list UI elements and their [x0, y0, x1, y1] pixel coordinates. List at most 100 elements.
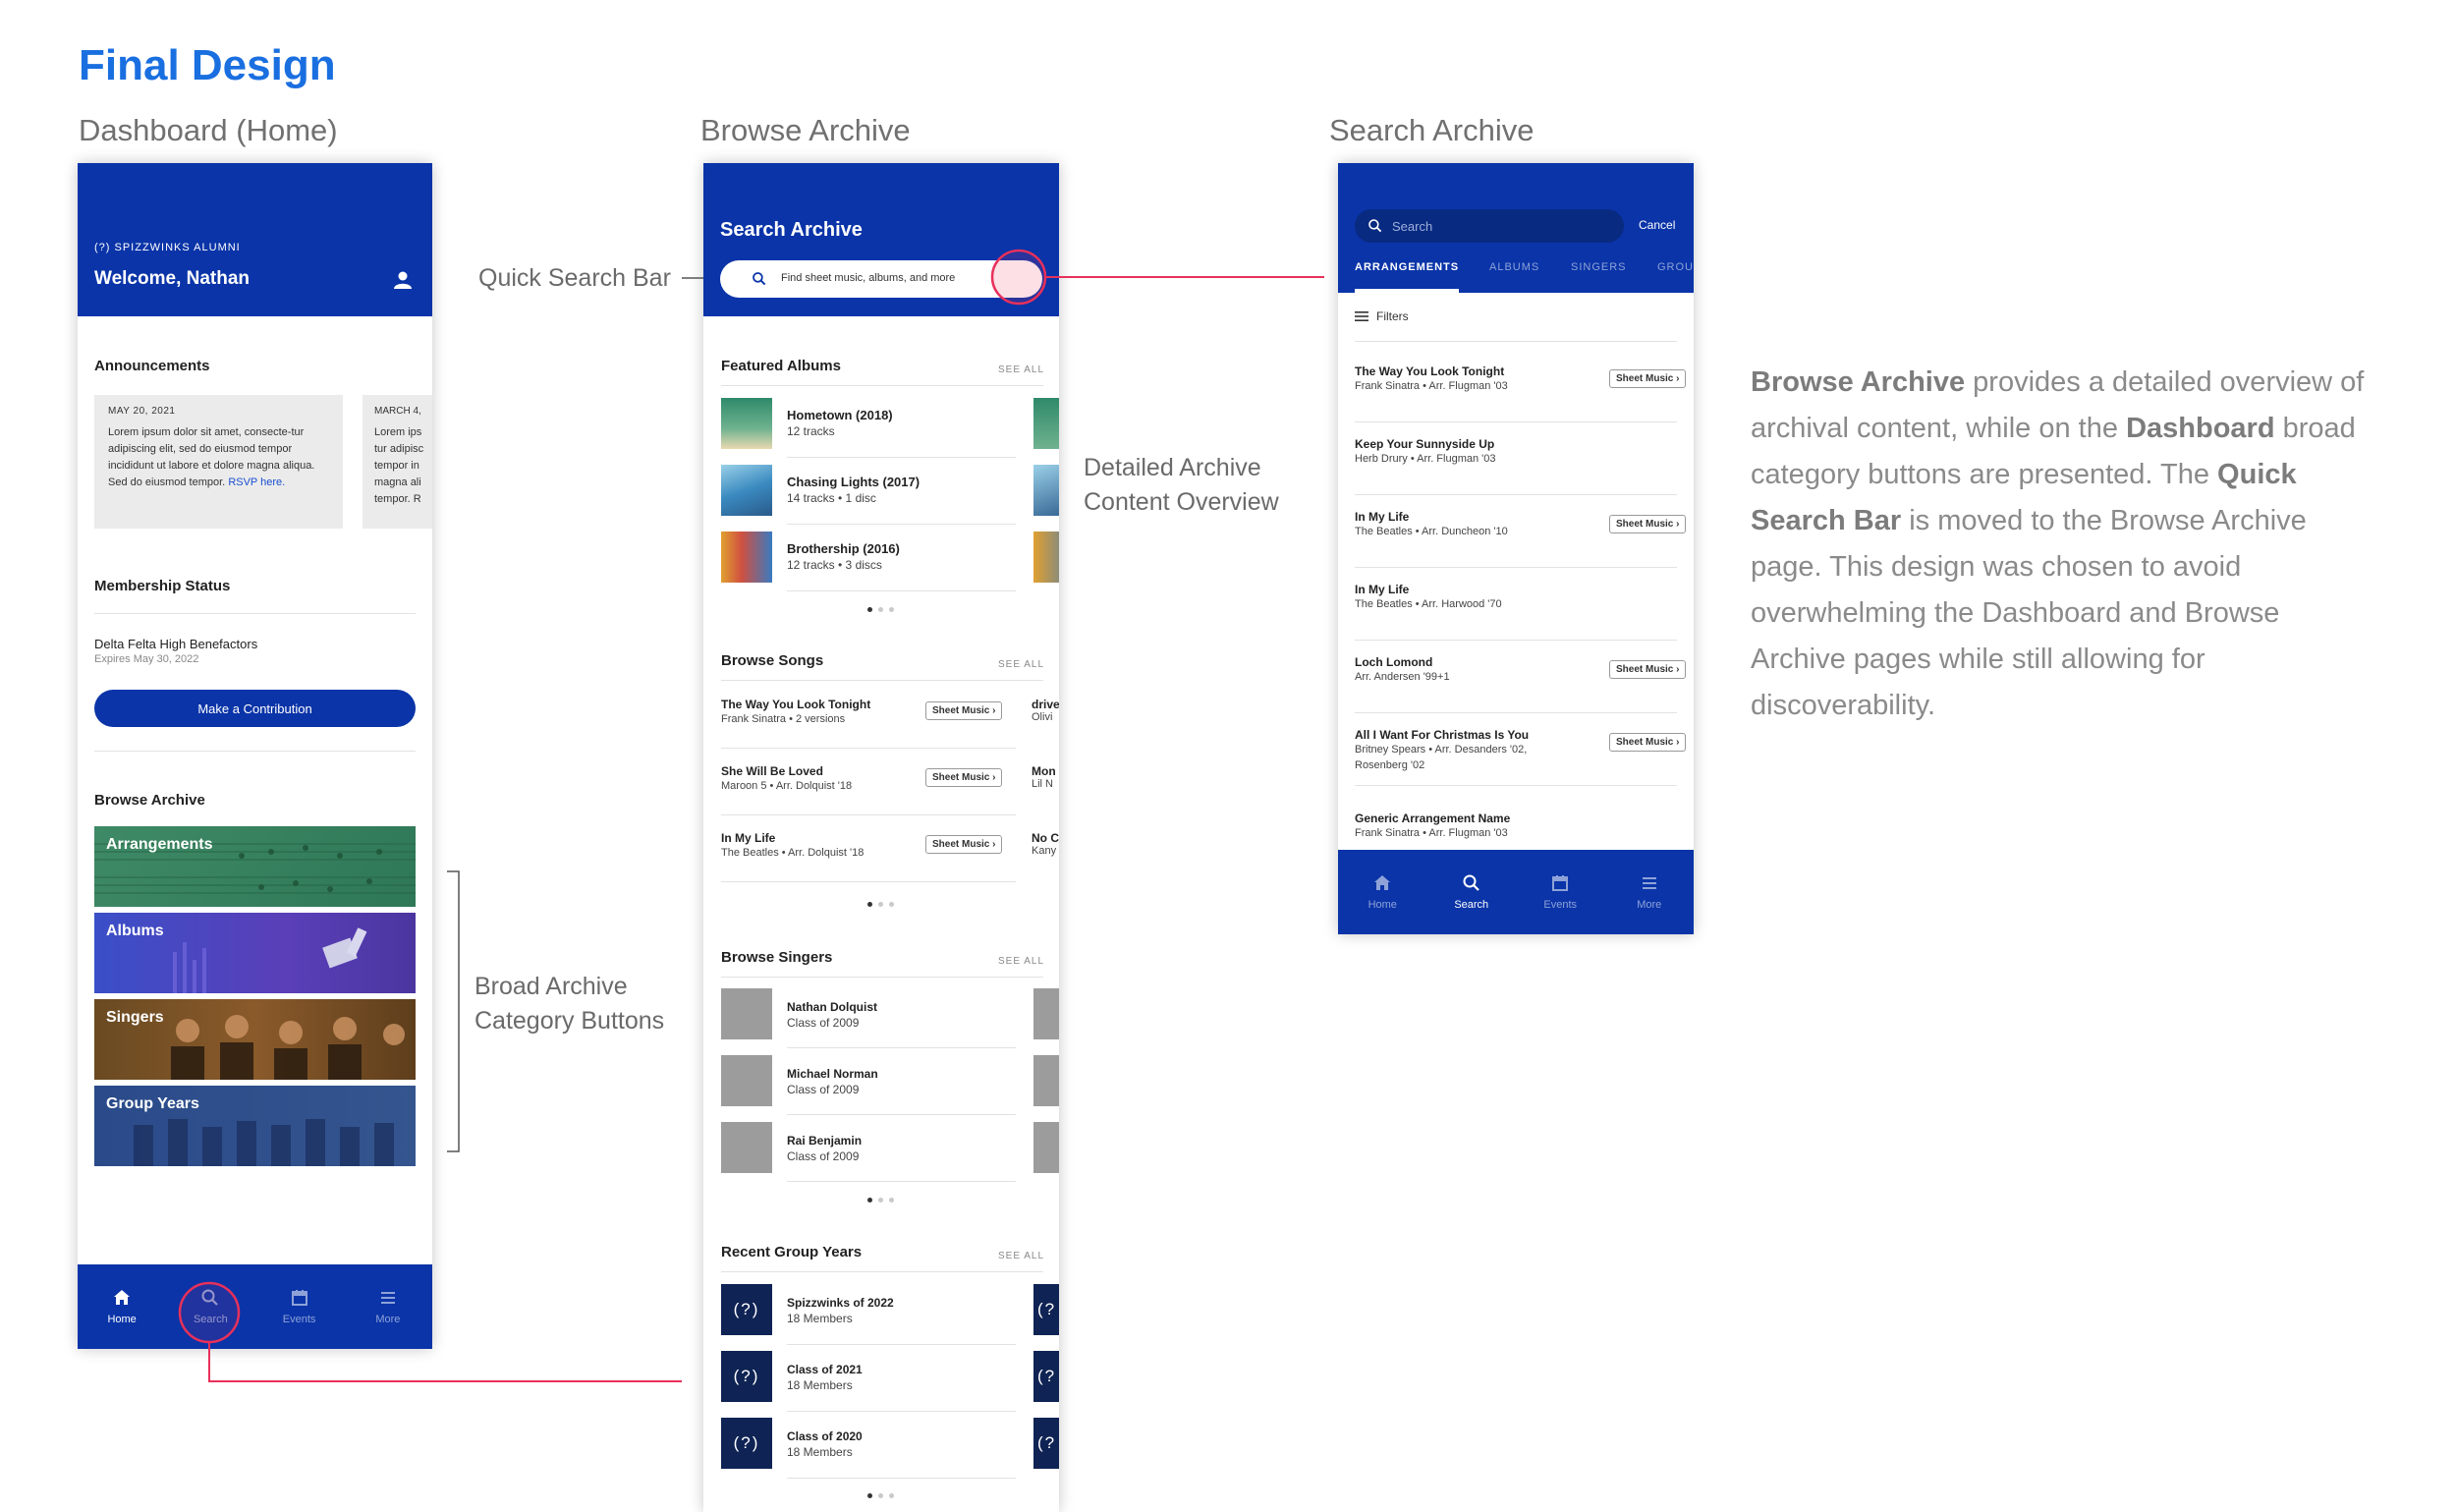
search-icon: [753, 272, 766, 286]
song-title: Mon: [1032, 764, 1056, 778]
album-row[interactable]: Hometown (2018) 12 tracks: [721, 398, 1016, 452]
album-cover: [721, 532, 772, 583]
song-row[interactable]: The Way You Look Tonight Frank Sinatra •…: [721, 698, 1016, 737]
song-row[interactable]: She Will Be Loved Maroon 5 • Arr. Dolqui…: [721, 764, 1016, 804]
divider: [721, 680, 1043, 681]
singer-photo-peek: [1033, 1055, 1059, 1106]
album-row[interactable]: Brothership (2016) 12 tracks • 3 discs: [721, 532, 1016, 586]
divider: [787, 457, 1016, 458]
divider: [1355, 341, 1677, 342]
singer-name: Michael Norman: [787, 1067, 878, 1081]
search-result-row[interactable]: Loch Lomond Arr. Andersen '99+1 Sheet Musi…: [1355, 655, 1687, 714]
profile-icon[interactable]: [392, 269, 414, 291]
group-year-members: 18 Members: [787, 1445, 853, 1459]
singer-row[interactable]: Michael Norman Class of 2009: [721, 1055, 1016, 1109]
sheet-music-button[interactable]: Sheet Music ›: [1609, 733, 1687, 752]
membership-expiry: Expires May 30, 2022: [94, 653, 199, 665]
see-all-link[interactable]: SEE ALL: [998, 364, 1044, 375]
search-result-row[interactable]: In My Life The Beatles • Arr. Harwood '70: [1355, 583, 1677, 642]
tab-search[interactable]: Search: [1427, 850, 1517, 934]
tab-home[interactable]: Home: [78, 1264, 166, 1349]
see-all-link[interactable]: SEE ALL: [998, 659, 1044, 670]
featured-albums-heading: Featured Albums: [721, 358, 841, 374]
song-subtitle: Frank Sinatra • 2 versions: [721, 713, 846, 725]
sheet-music-button[interactable]: Sheet Music ›: [925, 835, 1003, 854]
result-subtitle: Arr. Andersen '99+1: [1355, 671, 1450, 683]
broad-annotation-line1: Broad Archive: [474, 973, 628, 1000]
filters-button[interactable]: Filters: [1355, 309, 1409, 323]
category-label: Singers: [106, 1009, 164, 1026]
sheet-music-button[interactable]: Sheet Music ›: [925, 701, 1003, 720]
singer-photo-peek: [1033, 988, 1059, 1039]
result-subtitle: Frank Sinatra • Arr. Flugman '03: [1355, 827, 1508, 839]
tab-search[interactable]: Search: [166, 1264, 254, 1349]
tab-label: Events: [1543, 899, 1578, 911]
quick-search-bar[interactable]: Find sheet music, albums, and more: [720, 260, 1042, 298]
announcement-date: MAY 20, 2021: [108, 406, 176, 417]
group-year-row[interactable]: (?) Class of 2021 18 Members: [721, 1351, 1016, 1405]
group-year-name: Class of 2021: [787, 1363, 863, 1376]
group-year-name: Spizzwinks of 2022: [787, 1296, 894, 1310]
tab-group-years[interactable]: GROU: [1657, 261, 1694, 273]
announcement-date: MARCH 4,: [374, 406, 421, 417]
see-all-link[interactable]: SEE ALL: [998, 1251, 1044, 1261]
singer-name: Rai Benjamin: [787, 1134, 863, 1148]
song-row-peek[interactable]: Mon Lil N: [1032, 764, 1059, 790]
song-row-peek[interactable]: drive Olivi: [1032, 698, 1059, 723]
tab-more[interactable]: More: [1605, 850, 1695, 934]
divider: [1355, 421, 1677, 422]
contribution-button[interactable]: Make a Contribution: [94, 690, 416, 727]
divider: [1355, 712, 1677, 713]
group-year-members: 18 Members: [787, 1312, 853, 1325]
menu-icon: [1642, 877, 1656, 889]
tab-singers[interactable]: SINGERS: [1571, 261, 1627, 273]
sheet-music-button[interactable]: Sheet Music ›: [1609, 660, 1687, 679]
category-label: Arrangements: [106, 836, 213, 853]
song-subtitle: Olivi: [1032, 711, 1053, 723]
search-result-row[interactable]: Keep Your Sunnyside Up Herb Drury • Arr. …: [1355, 437, 1677, 496]
album-row[interactable]: Chasing Lights (2017) 14 tracks • 1 disc: [721, 465, 1016, 519]
see-all-link[interactable]: SEE ALL: [998, 956, 1044, 967]
tab-events[interactable]: Events: [255, 1264, 344, 1349]
browse-singers-heading: Browse Singers: [721, 949, 833, 966]
category-group-years-button[interactable]: Group Years: [94, 1086, 416, 1166]
tab-albums[interactable]: ALBUMS: [1489, 261, 1539, 273]
category-albums-button[interactable]: Albums: [94, 913, 416, 993]
singer-row[interactable]: Rai Benjamin Class of 2009: [721, 1122, 1016, 1176]
search-result-row[interactable]: In My Life The Beatles • Arr. Duncheon '1…: [1355, 510, 1687, 569]
sheet-music-button[interactable]: Sheet Music ›: [1609, 515, 1687, 533]
group-year-row[interactable]: (?) Spizzwinks of 2022 18 Members: [721, 1284, 1016, 1338]
category-singers-button[interactable]: Singers: [94, 999, 416, 1080]
announcement-card[interactable]: MAY 20, 2021 Lorem ipsum dolor sit amet,…: [94, 395, 343, 529]
album-cover-peek: [1033, 532, 1059, 583]
tab-label: More: [375, 1314, 401, 1325]
song-row-peek[interactable]: No C Kany: [1032, 831, 1059, 857]
search-result-row[interactable]: All I Want For Christmas Is You Britney S…: [1355, 728, 1687, 787]
singer-row[interactable]: Nathan Dolquist Class of 2009: [721, 988, 1016, 1042]
result-subtitle: The Beatles • Arr. Duncheon '10: [1355, 526, 1508, 537]
divider: [721, 814, 1016, 815]
search-result-row[interactable]: The Way You Look Tonight Frank Sinatra • …: [1355, 364, 1687, 423]
tab-events[interactable]: Events: [1516, 850, 1605, 934]
category-arrangements-button[interactable]: Arrangements: [94, 826, 416, 907]
search-placeholder: Find sheet music, albums, and more: [781, 272, 956, 284]
tab-bar: Home Search Events More: [78, 1264, 432, 1349]
search-input[interactable]: Search: [1355, 209, 1624, 243]
search-placeholder: Search: [1392, 219, 1433, 234]
result-title: All I Want For Christmas Is You: [1355, 728, 1530, 742]
divider: [787, 1478, 1016, 1479]
song-row[interactable]: In My Life The Beatles • Arr. Dolquist '…: [721, 831, 1016, 870]
announcement-card-peek[interactable]: MARCH 4, Lorem ips tur adipisc tempor in…: [363, 395, 432, 529]
rsvp-link[interactable]: RSVP here.: [228, 476, 285, 488]
tab-home[interactable]: Home: [1338, 850, 1427, 934]
tab-more[interactable]: More: [344, 1264, 432, 1349]
group-logo-icon: (?): [721, 1418, 772, 1469]
group-year-row[interactable]: (?) Class of 2020 18 Members: [721, 1418, 1016, 1472]
sheet-music-button[interactable]: Sheet Music ›: [1609, 369, 1687, 388]
cancel-button[interactable]: Cancel: [1639, 218, 1675, 232]
sheet-music-button[interactable]: Sheet Music ›: [925, 768, 1003, 787]
album-cover: [721, 398, 772, 449]
broad-annotation-line2: Category Buttons: [474, 1007, 665, 1035]
divider: [787, 590, 1016, 591]
tab-arrangements[interactable]: ARRANGEMENTS: [1355, 261, 1459, 273]
